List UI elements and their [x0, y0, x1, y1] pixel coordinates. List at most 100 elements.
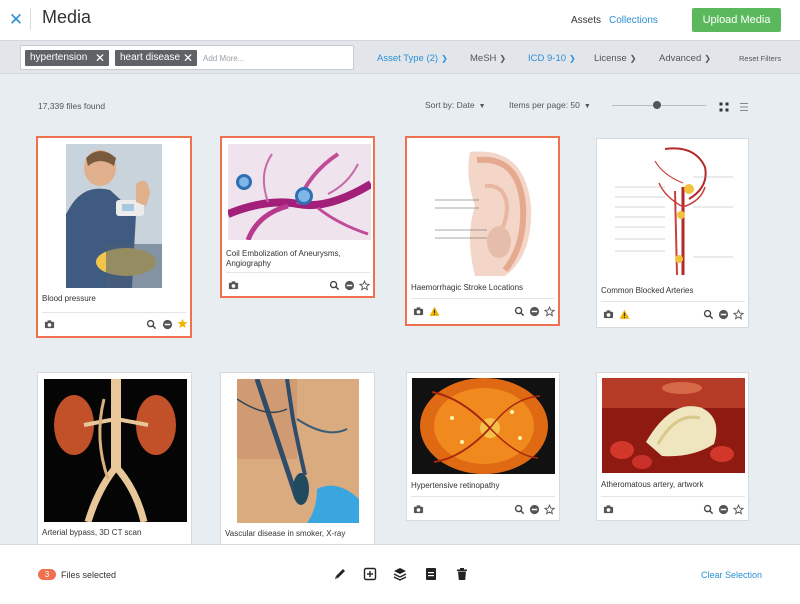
items-per-page-dropdown[interactable]: Items per page: 50 ▼ — [509, 100, 591, 110]
trash-icon[interactable] — [455, 567, 469, 581]
results-count: 17,339 files found — [38, 101, 106, 111]
camera-icon — [228, 281, 239, 290]
search-icon[interactable] — [514, 306, 525, 317]
filter-mesh[interactable]: MeSH ❯ — [470, 53, 506, 64]
list-view-icon[interactable] — [738, 101, 750, 113]
camera-icon — [603, 310, 614, 319]
remove-icon[interactable] — [344, 280, 355, 291]
close-icon[interactable]: ✕ — [8, 8, 24, 32]
selection-bar: 3 Files selected Clear Selection — [0, 544, 800, 604]
filter-label: License — [594, 53, 627, 64]
media-card[interactable]: Arterial bypass, 3D CT scan — [37, 372, 192, 546]
filter-license[interactable]: License ❯ — [594, 53, 636, 64]
reset-filters-link[interactable]: Reset Filters — [739, 54, 781, 63]
remove-icon[interactable] — [529, 504, 540, 515]
items-per-page-label: Items per page: 50 — [509, 100, 580, 110]
media-card[interactable]: Haemorrhagic Stroke Locations — [405, 136, 560, 326]
media-card[interactable]: Atheromatous artery, artwork — [596, 372, 749, 521]
chip-label: hypertension — [30, 52, 88, 63]
remove-icon[interactable] — [162, 319, 173, 330]
warning-icon — [619, 309, 630, 319]
filter-advanced[interactable]: Advanced ❯ — [659, 53, 711, 64]
layers-icon[interactable] — [393, 567, 407, 581]
star-outline-icon[interactable] — [733, 309, 744, 320]
media-thumbnail[interactable] — [435, 146, 535, 278]
media-card[interactable]: Coil Embolization of Aneurysms, Angiogra… — [220, 136, 375, 298]
star-outline-icon[interactable] — [544, 306, 555, 317]
media-thumbnail[interactable] — [605, 147, 742, 277]
filter-label: Asset Type (2) — [377, 53, 439, 64]
filter-asset-type[interactable]: Asset Type (2) ❯ — [377, 53, 448, 64]
search-chip: hypertension ✕ — [25, 50, 109, 66]
sort-by-label: Sort by: Date — [425, 100, 475, 110]
search-input[interactable] — [203, 50, 351, 66]
search-icon[interactable] — [514, 504, 525, 515]
chevron-down-icon: ❯ — [569, 54, 576, 63]
card-title: Atheromatous artery, artwork — [601, 480, 704, 489]
star-outline-icon[interactable] — [733, 504, 744, 515]
thumbnail-image — [228, 144, 371, 240]
remove-icon[interactable] — [718, 504, 729, 515]
media-thumbnail[interactable] — [412, 378, 555, 474]
camera-icon — [44, 320, 55, 329]
nav-collections-link[interactable]: Collections — [609, 15, 658, 26]
camera-icon — [603, 505, 614, 514]
media-card[interactable]: Vascular disease in smoker, X-ray — [220, 372, 375, 546]
filter-bar: hypertension ✕ heart disease ✕ Asset Typ… — [0, 40, 800, 74]
search-icon[interactable] — [146, 319, 157, 330]
nav-assets-link[interactable]: Assets — [571, 15, 601, 26]
header-divider — [30, 8, 31, 30]
slider-handle[interactable] — [653, 101, 661, 109]
grid-view-icon[interactable] — [718, 101, 730, 113]
card-title: Arterial bypass, 3D CT scan — [42, 528, 142, 537]
camera-icon — [413, 307, 424, 316]
media-thumbnail[interactable] — [44, 379, 187, 522]
thumbnail-image — [435, 146, 535, 278]
pencil-icon[interactable] — [333, 567, 347, 581]
card-title: Common Blocked Arteries — [601, 286, 694, 295]
star-filled-icon[interactable] — [177, 318, 188, 329]
remove-chip-icon[interactable]: ✕ — [183, 50, 193, 66]
archive-icon[interactable] — [424, 567, 438, 581]
remove-chip-icon[interactable]: ✕ — [95, 50, 105, 66]
chip-label: heart disease — [120, 52, 181, 63]
media-card[interactable]: Blood pressure — [36, 136, 192, 338]
upload-media-button[interactable]: Upload Media — [692, 8, 781, 32]
media-card[interactable]: Common Blocked Arteries — [596, 138, 749, 328]
search-icon[interactable] — [703, 504, 714, 515]
app-header: ✕ Media Assets Collections Upload Media — [0, 0, 800, 40]
card-divider — [411, 496, 555, 497]
selection-label: Files selected — [61, 570, 117, 580]
filter-label: MeSH — [470, 53, 497, 64]
card-divider — [42, 312, 186, 313]
remove-icon[interactable] — [529, 306, 540, 317]
caret-down-icon: ▼ — [583, 103, 591, 110]
card-title: Blood pressure — [42, 294, 96, 303]
clear-selection-link[interactable]: Clear Selection — [701, 570, 762, 580]
add-to-collection-icon[interactable] — [363, 567, 377, 581]
card-divider — [601, 496, 745, 497]
remove-icon[interactable] — [718, 309, 729, 320]
filter-icd[interactable]: ICD 9-10 ❯ — [528, 53, 576, 64]
thumbnail-image — [605, 147, 742, 277]
search-icon[interactable] — [703, 309, 714, 320]
media-thumbnail[interactable] — [237, 379, 359, 523]
search-chip: heart disease ✕ — [115, 50, 197, 66]
chevron-down-icon: ❯ — [629, 54, 637, 63]
media-thumbnail[interactable] — [66, 144, 162, 288]
media-thumbnail[interactable] — [228, 144, 371, 240]
media-card[interactable]: Hypertensive retinopathy — [406, 372, 560, 521]
thumbnail-image — [237, 379, 359, 523]
star-outline-icon[interactable] — [359, 280, 370, 291]
warning-icon — [429, 306, 440, 316]
card-title: Coil Embolization of Aneurysms, Angiogra… — [226, 249, 341, 268]
star-outline-icon[interactable] — [544, 504, 555, 515]
chevron-down-icon: ❯ — [499, 54, 507, 63]
search-box[interactable]: hypertension ✕ heart disease ✕ — [20, 45, 354, 70]
media-thumbnail[interactable] — [602, 378, 745, 473]
chevron-down-icon: ❯ — [441, 54, 448, 63]
sort-by-dropdown[interactable]: Sort by: Date ▼ — [425, 100, 486, 110]
card-divider — [601, 301, 745, 302]
card-divider — [226, 272, 370, 273]
search-icon[interactable] — [329, 280, 340, 291]
